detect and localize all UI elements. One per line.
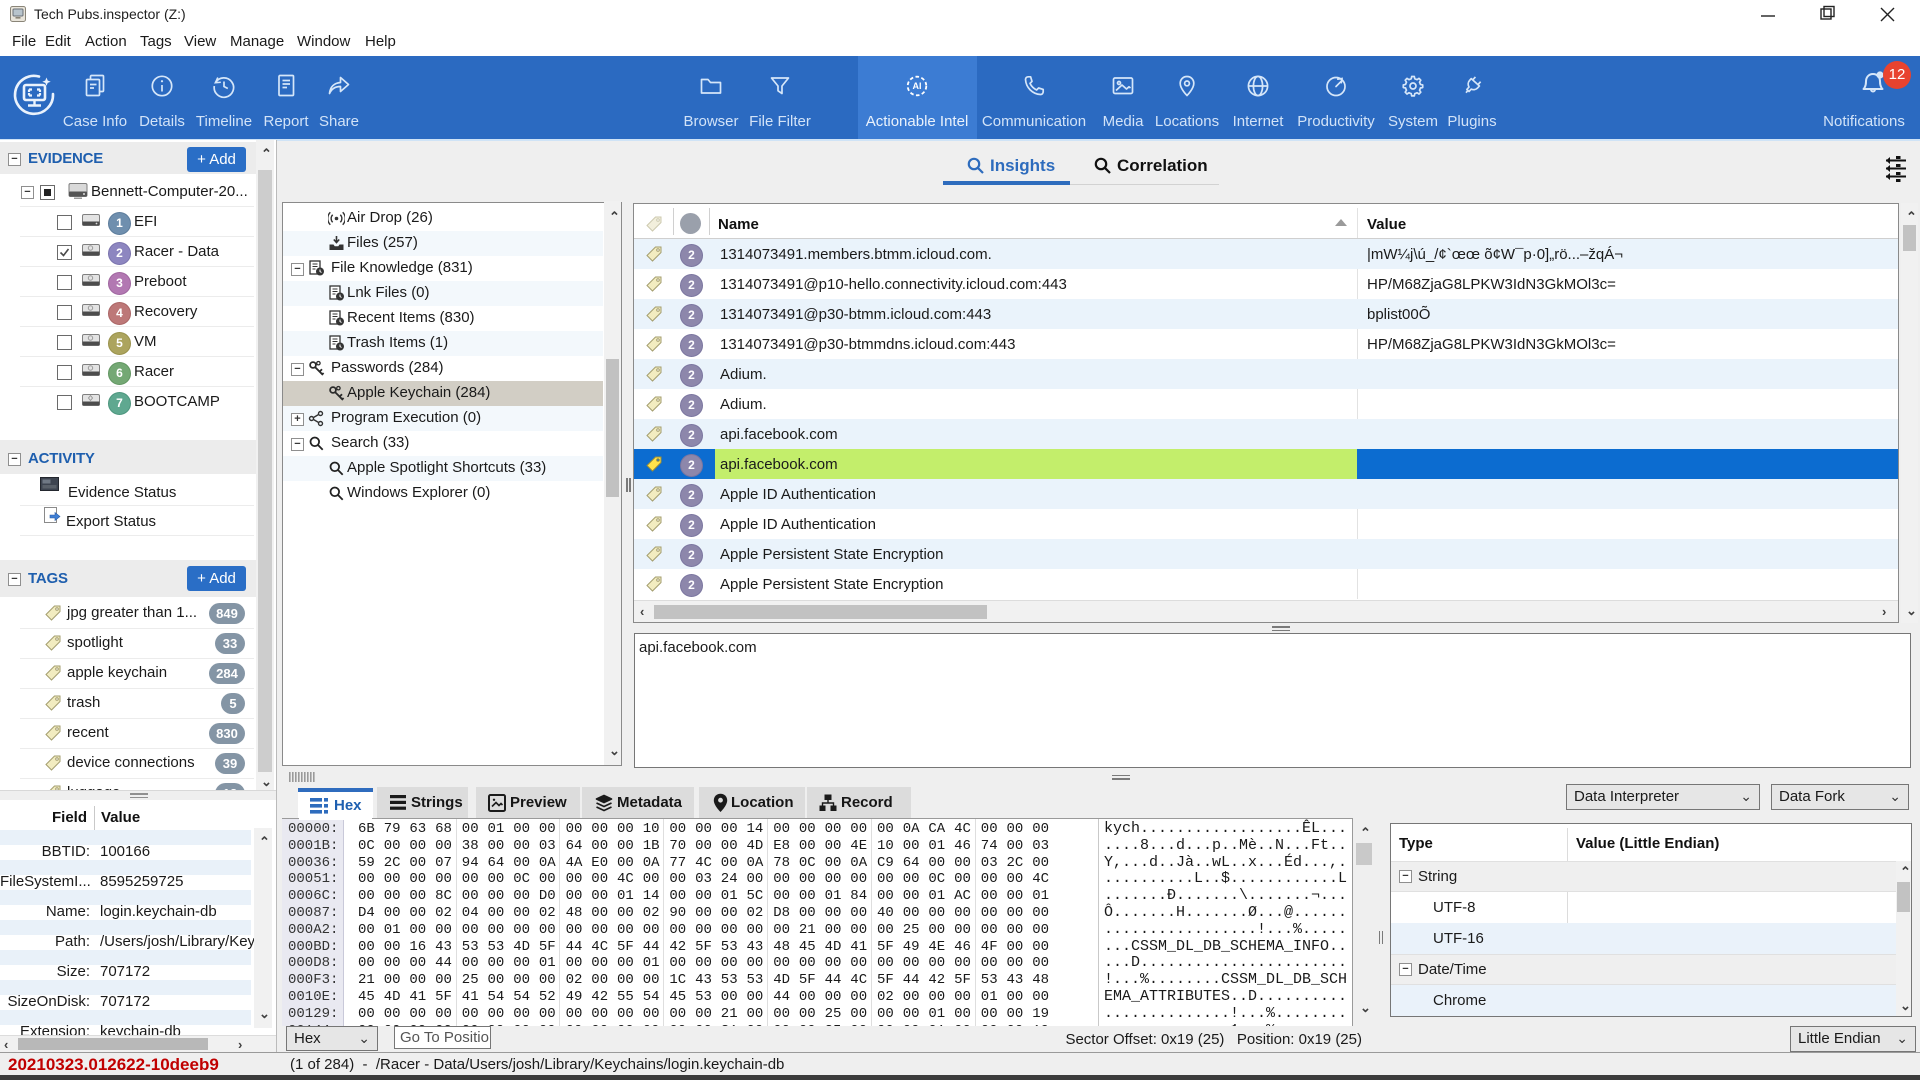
svg-text:AI: AI: [913, 81, 922, 91]
